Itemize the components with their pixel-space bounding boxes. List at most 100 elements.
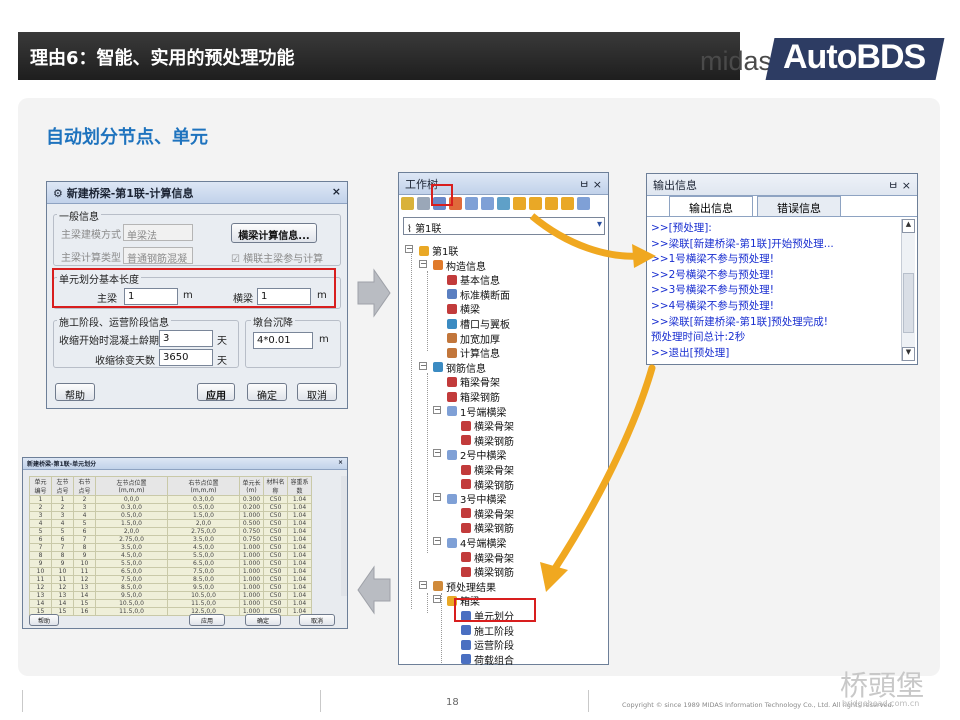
- dialog-title: 新建桥梁-第1联-计算信息: [66, 187, 194, 200]
- tree-node[interactable]: 预处理结果: [433, 579, 496, 594]
- table-row[interactable]: 8 8 9 4.5,0,0 5.5,0,0 1.000 C50 1.04: [29, 551, 312, 560]
- table-cell: 2: [51, 503, 74, 512]
- tree-expander[interactable]: −: [433, 449, 441, 458]
- table-cell: 7: [29, 543, 52, 552]
- tree-node[interactable]: 2号中横梁: [447, 447, 506, 462]
- apply-button[interactable]: 应用: [197, 383, 235, 402]
- table-cell: 16: [73, 607, 96, 616]
- output-scrollbar[interactable]: ▲ ▼: [901, 219, 915, 361]
- table-row[interactable]: 12 12 13 8.5,0,0 9.5,0,0 1.000 C50 1.04: [29, 583, 312, 592]
- table-row[interactable]: 3 3 4 0.5,0,0 1.5,0,0 1.000 C50 1.04: [29, 511, 312, 520]
- shrink-start-input[interactable]: 3: [159, 330, 213, 347]
- lock-icon[interactable]: [417, 197, 430, 210]
- tree-node[interactable]: 运营阶段: [461, 637, 514, 652]
- tree-node[interactable]: 横梁骨架: [461, 462, 514, 477]
- tree-node[interactable]: 计算信息: [447, 345, 500, 360]
- tree-node[interactable]: 第1联: [419, 243, 458, 258]
- report-icon[interactable]: [465, 197, 478, 210]
- tree-node[interactable]: 横梁钢筋: [461, 477, 514, 492]
- table-row[interactable]: 13 13 14 9.5,0,0 10.5,0,0 1.000 C50 1.04: [29, 591, 312, 600]
- tree-node[interactable]: 横梁: [447, 301, 480, 316]
- ok-button[interactable]: 确定: [245, 614, 281, 626]
- tree-node[interactable]: 横梁钢筋: [461, 520, 514, 535]
- ok-button[interactable]: 确定: [247, 383, 287, 402]
- settlement-input[interactable]: 4*0.01: [253, 332, 313, 349]
- pin-icon[interactable]: ㅂ: [888, 179, 898, 192]
- table-row[interactable]: 2 2 3 0.3,0,0 0.5,0,0 0.200 C50 1.04: [29, 503, 312, 512]
- tree-node[interactable]: 槽口与翼板: [447, 316, 510, 331]
- tree-node[interactable]: 荷载组合: [461, 652, 514, 667]
- tree-node[interactable]: 横梁骨架: [461, 506, 514, 521]
- tree-node[interactable]: 基本信息: [447, 272, 500, 287]
- tree-expander[interactable]: −: [433, 537, 441, 545]
- table-cell: 1.000: [239, 559, 264, 568]
- table-row[interactable]: 1 1 2 0,0,0 0.3,0,0 0.300 C50 1.04: [29, 495, 312, 504]
- open-icon[interactable]: [401, 197, 414, 210]
- tree-expander[interactable]: −: [405, 245, 413, 253]
- tree-node[interactable]: 横梁钢筋: [461, 433, 514, 448]
- cancel-button[interactable]: 取消: [299, 614, 335, 626]
- close-icon[interactable]: ×: [338, 459, 343, 468]
- table-scrollbar[interactable]: [341, 476, 347, 596]
- tree-node[interactable]: 钢筋信息: [433, 360, 486, 375]
- calc-type-select[interactable]: 普通钢筋混凝: [123, 247, 193, 265]
- tree-node[interactable]: 横梁骨架: [461, 418, 514, 433]
- tree-expander[interactable]: −: [433, 493, 441, 502]
- table-row[interactable]: 5 5 6 2,0,0 2.75,0,0 0.750 C50 1.04: [29, 527, 312, 536]
- tree-node[interactable]: 横梁骨架: [461, 550, 514, 565]
- table-row[interactable]: 7 7 8 3.5,0,0 4.5,0,0 1.000 C50 1.04: [29, 543, 312, 552]
- table-body: 1 1 2 0,0,0 0.3,0,0 0.300 C50 1.04 2 2 3 0.3,0,0 0.5…: [29, 495, 312, 616]
- shrink-days-input[interactable]: 3650: [159, 349, 213, 366]
- table-cell: 0.3,0,0: [167, 495, 240, 504]
- tree-node[interactable]: 施工阶段: [461, 623, 514, 638]
- scroll-thumb[interactable]: [903, 273, 914, 333]
- table-cell: 11: [51, 575, 74, 584]
- apply-button[interactable]: 应用: [189, 614, 225, 626]
- table-row[interactable]: 9 9 10 5.5,0,0 6.5,0,0 1.000 C50 1.04: [29, 559, 312, 568]
- help-button[interactable]: 帮助: [29, 614, 59, 626]
- table-row[interactable]: 6 6 7 2.75,0,0 3.5,0,0 0.750 C50 1.04: [29, 535, 312, 544]
- tree-node[interactable]: 1号端横梁: [447, 404, 506, 419]
- scroll-down-icon[interactable]: ▼: [902, 347, 915, 361]
- pin-icon[interactable]: ㅂ: [579, 178, 589, 191]
- tree-node[interactable]: 箱梁钢筋: [447, 389, 500, 404]
- close-icon[interactable]: ×: [593, 178, 602, 191]
- tree-node-icon: [447, 318, 457, 329]
- tree-node[interactable]: 箱梁骨架: [447, 374, 500, 389]
- tree-expander[interactable]: −: [419, 259, 427, 268]
- table-row[interactable]: 4 4 5 1.5,0,0 2,0,0 0.500 C50 1.04: [29, 519, 312, 528]
- tree-expander[interactable]: −: [419, 361, 427, 370]
- scroll-up-icon[interactable]: ▲: [902, 219, 915, 233]
- table-icon[interactable]: [497, 197, 510, 210]
- crossbeam-check[interactable]: ☑ 横联主梁参与计算: [231, 250, 323, 265]
- tree-node[interactable]: 标准横断面: [447, 287, 510, 302]
- tree-expander[interactable]: −: [419, 580, 427, 589]
- tree-node[interactable]: 4号端横梁: [447, 535, 506, 550]
- model-icon[interactable]: [513, 197, 526, 210]
- table-row[interactable]: 11 11 12 7.5,0,0 8.5,0,0 1.000 C50 1.04: [29, 575, 312, 584]
- export-icon[interactable]: [481, 197, 494, 210]
- table-cell: C50: [263, 495, 288, 504]
- tab-output[interactable]: 输出信息: [669, 196, 753, 216]
- help-button[interactable]: 帮助: [55, 383, 95, 402]
- tab-errors[interactable]: 错误信息: [757, 196, 841, 216]
- output-panel: 输出信息 ㅂ × 输出信息 错误信息 >>[预处理]: >>梁联[新建桥梁-第1联…: [646, 173, 918, 365]
- tree-expander[interactable]: −: [433, 405, 441, 414]
- watermark-logo: 桥頭堡: [840, 669, 925, 702]
- close-icon[interactable]: ×: [332, 185, 341, 200]
- tree-expander[interactable]: −: [433, 595, 441, 604]
- table-row[interactable]: 10 10 11 6.5,0,0 7.5,0,0 1.000 C50 1.04: [29, 567, 312, 576]
- crossbeam-calc-button[interactable]: 横梁计算信息...: [231, 223, 317, 243]
- table-row[interactable]: 14 14 15 10.5,0,0 11.5,0,0 1.000 C50 1.04: [29, 599, 312, 608]
- close-icon[interactable]: ×: [902, 179, 911, 192]
- tree-node[interactable]: 3号中横梁: [447, 491, 506, 506]
- model-method-select[interactable]: 单梁法: [123, 224, 193, 242]
- cancel-button[interactable]: 取消: [297, 383, 337, 402]
- autobds-logo: AutoBDS: [783, 38, 926, 76]
- tree-node[interactable]: 构造信息: [433, 258, 486, 273]
- tree-node-icon: [447, 537, 457, 548]
- table-cell: 11.5,0,0: [95, 607, 168, 616]
- tree-node[interactable]: 加宽加厚: [447, 331, 500, 346]
- table-header-cell: 单元编号: [29, 476, 52, 496]
- tree-node[interactable]: 横梁钢筋: [461, 564, 514, 579]
